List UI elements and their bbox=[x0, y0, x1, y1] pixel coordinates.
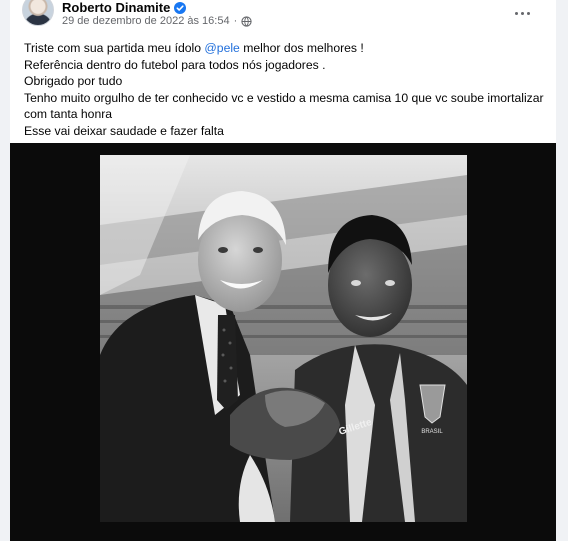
post-line-5: Esse vai deixar saudade e fazer falta bbox=[24, 123, 224, 138]
author-name[interactable]: Roberto Dinamite bbox=[62, 0, 170, 15]
post-photo[interactable]: Gillette BRASIL bbox=[100, 155, 467, 522]
meta-separator: · bbox=[233, 15, 238, 27]
post-line-3: Obrigado por tudo bbox=[24, 74, 123, 88]
mention-link[interactable]: @pele bbox=[204, 41, 239, 55]
verified-badge-icon bbox=[174, 1, 187, 14]
line-1-start: Triste com sua partida meu ídolo bbox=[24, 41, 205, 55]
globe-icon[interactable] bbox=[241, 15, 252, 27]
post-timestamp[interactable]: 29 de dezembro de 2022 às 16:54 bbox=[62, 15, 230, 27]
post-header: Roberto Dinamite 29 de dezembro de 2022 … bbox=[10, 0, 556, 34]
author-avatar[interactable] bbox=[22, 0, 54, 26]
post-line-1: Triste com sua partida meu ídolo @pele m… bbox=[24, 40, 544, 57]
post-photo-frame[interactable]: Gillette BRASIL bbox=[10, 143, 556, 541]
post-meta: 29 de dezembro de 2022 às 16:54 · bbox=[62, 15, 252, 27]
photo-illustration: Gillette BRASIL bbox=[100, 155, 467, 522]
more-options-icon[interactable] bbox=[510, 4, 534, 22]
post-text: Triste com sua partida meu ídolo @pele m… bbox=[24, 40, 544, 139]
post-line-4: Tenho muito orgulho de ter conhecido vc … bbox=[24, 90, 544, 122]
author-name-row: Roberto Dinamite bbox=[62, 0, 187, 15]
post-line-2: Referência dentro do futebol para todos … bbox=[24, 57, 326, 72]
shirt-badge-text: BRASIL bbox=[421, 429, 443, 435]
post-card: Roberto Dinamite 29 de dezembro de 2022 … bbox=[10, 0, 556, 541]
line-1-end: melhor dos melhores ! bbox=[239, 41, 364, 55]
